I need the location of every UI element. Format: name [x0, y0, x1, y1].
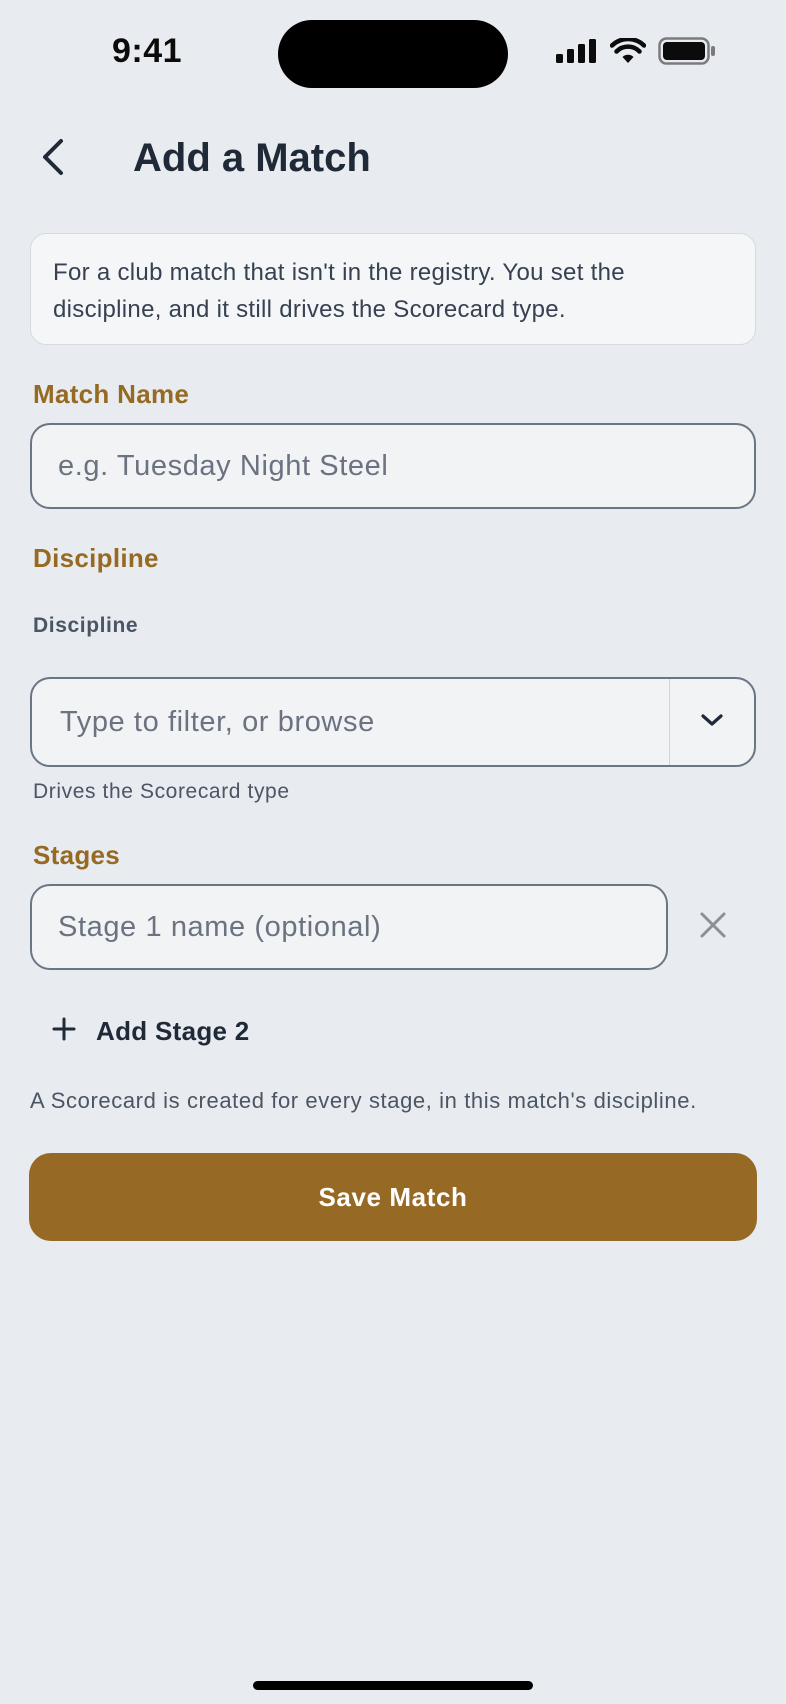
wifi-icon	[609, 36, 647, 69]
discipline-dropdown-toggle[interactable]	[670, 679, 754, 765]
stages-label: Stages	[33, 840, 121, 870]
save-match-button[interactable]: Save Match	[29, 1153, 757, 1241]
add-stage-button[interactable]: Add Stage 2	[52, 1009, 250, 1053]
add-match-screen: 9:41 Add a Match For a club match that i…	[0, 0, 786, 1704]
battery-icon	[658, 36, 716, 70]
cellular-signal-icon	[556, 38, 598, 68]
scorecard-footnote: A Scorecard is created for every stage, …	[30, 1088, 697, 1113]
match-name-input[interactable]	[30, 423, 756, 509]
dynamic-island	[278, 20, 508, 88]
status-icons	[556, 36, 716, 70]
discipline-combobox[interactable]	[30, 677, 756, 767]
add-stage-label: Add Stage 2	[96, 1015, 250, 1046]
page-title: Add a Match	[133, 136, 371, 180]
stage-1-name-input[interactable]	[30, 884, 668, 970]
plus-icon	[52, 1017, 76, 1046]
close-icon	[699, 911, 727, 944]
info-card: For a club match that isn't in the regis…	[30, 233, 756, 345]
discipline-input[interactable]	[32, 679, 669, 765]
discipline-section-label: Discipline	[33, 543, 159, 573]
chevron-down-icon	[700, 712, 724, 733]
chevron-left-icon	[39, 137, 67, 182]
match-name-label: Match Name	[33, 379, 190, 409]
home-indicator	[253, 1681, 533, 1690]
discipline-helper-text: Drives the Scorecard type	[33, 780, 290, 803]
back-button[interactable]	[30, 136, 76, 182]
remove-stage-button[interactable]	[692, 902, 734, 952]
status-time: 9:41	[112, 32, 183, 70]
discipline-field-label: Discipline	[33, 614, 139, 637]
